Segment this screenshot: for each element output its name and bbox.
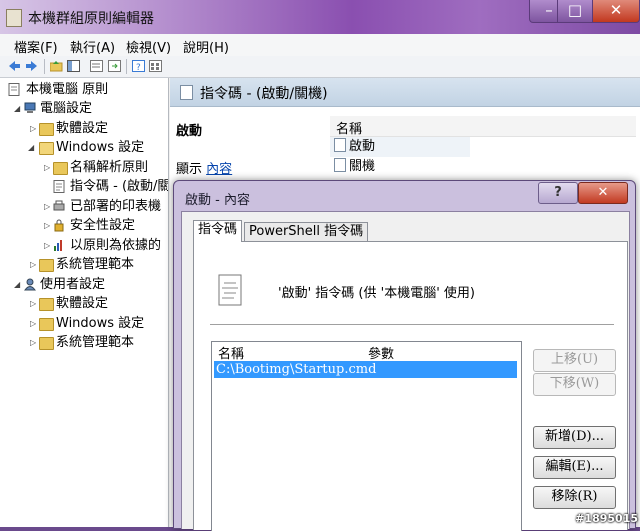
tree-item-root[interactable]: 本機電腦 原則 bbox=[0, 80, 168, 99]
script-path: C:\Bootimg\Startup.cmd bbox=[216, 362, 377, 377]
tree-item-windows-settings[interactable]: ◢ Windows 設定 bbox=[0, 138, 168, 157]
script-icon bbox=[180, 85, 193, 100]
close-button[interactable]: ✕ bbox=[592, 0, 640, 23]
list-item[interactable]: 關機 bbox=[330, 157, 470, 177]
tree-item-policy-qos[interactable]: ▷ 以原則為依據的 bbox=[0, 236, 168, 255]
menu-bar: 檔案(F) 執行(A) 檢視(V) 說明(H) bbox=[0, 34, 640, 57]
move-down-button[interactable]: 下移(W) bbox=[533, 373, 616, 396]
open-folder-icon bbox=[39, 142, 54, 155]
dialog-close-button[interactable]: ✕ bbox=[578, 182, 628, 204]
pane-header: 指令碼 - (啟動/關機) bbox=[170, 78, 640, 107]
folder-icon bbox=[39, 318, 54, 331]
folder-icon bbox=[39, 298, 54, 311]
folder-icon bbox=[39, 259, 54, 272]
app-icon bbox=[6, 9, 22, 27]
add-button[interactable]: 新增(D)... bbox=[533, 426, 616, 449]
script-list[interactable]: 名稱 參數 C:\Bootimg\Startup.cmd bbox=[211, 341, 522, 531]
divider bbox=[210, 324, 614, 325]
folder-icon bbox=[39, 337, 54, 350]
folder-icon bbox=[53, 162, 68, 175]
dialog-title: 啟動 - 內容 bbox=[185, 193, 250, 208]
script-document-icon bbox=[218, 274, 242, 306]
maximize-button[interactable]: □ bbox=[557, 0, 593, 23]
edit-button[interactable]: 編輯(E)... bbox=[533, 456, 616, 479]
bar-chart-icon bbox=[54, 240, 62, 251]
pane-header-title: 指令碼 - (啟動/關機) bbox=[200, 86, 328, 102]
watermark: #1895015 bbox=[575, 512, 638, 525]
properties-dialog: 啟動 - 內容 ? ✕ 指令碼 PowerShell 指令碼 '啟動' 指令碼 … bbox=[173, 180, 636, 531]
tree-item-user-admin[interactable]: ▷ 系統管理範本 bbox=[0, 333, 168, 352]
navigation-tree: 本機電腦 原則 ◢ 電腦設定 ▷ 軟體設定 ◢ Windows 設定 ▷ 名稱解… bbox=[0, 78, 169, 527]
menu-help[interactable]: 說明(H) bbox=[183, 37, 229, 56]
tab-scripts[interactable]: 指令碼 bbox=[193, 220, 243, 242]
back-arrow-icon[interactable] bbox=[8, 60, 21, 72]
dialog-body: 指令碼 PowerShell 指令碼 '啟動' 指令碼 (供 '本機電腦' 使用… bbox=[181, 211, 630, 531]
title-bar: 本機群組原則編輯器 – □ ✕ bbox=[0, 0, 640, 34]
menu-file[interactable]: 檔案(F) bbox=[14, 37, 58, 56]
tree-item-scripts[interactable]: 指令碼 - (啟動/關 bbox=[0, 177, 168, 196]
tree-item-admin-templates[interactable]: ▷ 系統管理範本 bbox=[0, 255, 168, 274]
folder-icon bbox=[39, 123, 54, 136]
show-hide-tree-icon[interactable] bbox=[67, 60, 80, 72]
help-icon[interactable]: ? bbox=[132, 60, 145, 72]
help-button[interactable]: ? bbox=[538, 182, 578, 204]
computer-icon bbox=[24, 102, 36, 113]
printer-icon bbox=[53, 200, 65, 211]
up-folder-icon[interactable] bbox=[50, 60, 63, 72]
list-item[interactable]: 啟動 bbox=[330, 137, 470, 157]
tree-item-user-software[interactable]: ▷ 軟體設定 bbox=[0, 294, 168, 313]
script-icon bbox=[334, 158, 346, 172]
tree-item-computer-config[interactable]: ◢ 電腦設定 bbox=[0, 99, 168, 118]
script-description: '啟動' 指令碼 (供 '本機電腦' 使用) bbox=[278, 286, 475, 301]
tree-item-name-resolution[interactable]: ▷ 名稱解析原則 bbox=[0, 158, 168, 177]
tab-panel: '啟動' 指令碼 (供 '本機電腦' 使用) 名稱 參數 C:\Bootimg\… bbox=[193, 241, 628, 531]
user-icon bbox=[24, 278, 36, 291]
column-header-params[interactable]: 參數 bbox=[368, 343, 394, 362]
column-header-name[interactable]: 名稱 bbox=[330, 116, 636, 137]
section-title: 啟動 bbox=[176, 124, 203, 139]
forward-arrow-icon[interactable] bbox=[25, 60, 38, 72]
export-list-icon[interactable] bbox=[108, 60, 121, 72]
remove-button[interactable]: 移除(R) bbox=[533, 486, 616, 509]
expanded-triangle-icon[interactable]: ◢ bbox=[14, 275, 24, 294]
script-icon bbox=[334, 138, 346, 152]
tree-item-software-settings[interactable]: ▷ 軟體設定 bbox=[0, 119, 168, 138]
window-title: 本機群組原則編輯器 bbox=[28, 11, 154, 27]
tree-item-user-windows[interactable]: ▷ Windows 設定 bbox=[0, 314, 168, 333]
expanded-triangle-icon[interactable]: ◢ bbox=[14, 99, 24, 118]
menu-view[interactable]: 檢視(V) bbox=[126, 37, 171, 56]
table-row[interactable]: C:\Bootimg\Startup.cmd bbox=[214, 361, 517, 378]
move-up-button[interactable]: 上移(U) bbox=[533, 349, 616, 372]
filter-view-icon[interactable] bbox=[149, 60, 162, 72]
policy-document-icon bbox=[8, 83, 20, 96]
show-properties: 顯示 內容 bbox=[176, 158, 232, 177]
toolbar: ? bbox=[0, 56, 640, 78]
column-header-name[interactable]: 名稱 bbox=[218, 343, 244, 362]
expanded-triangle-icon[interactable]: ◢ bbox=[28, 138, 38, 157]
tree-item-security-settings[interactable]: ▷ 安全性設定 bbox=[0, 216, 168, 235]
properties-link[interactable]: 內容 bbox=[206, 162, 232, 177]
script-icon bbox=[53, 180, 65, 193]
menu-action[interactable]: 執行(A) bbox=[70, 37, 115, 56]
show-label: 顯示 bbox=[176, 162, 203, 177]
svg-text:?: ? bbox=[136, 63, 141, 72]
list-header: 名稱 參數 bbox=[212, 342, 521, 362]
tree-item-deployed-printers[interactable]: ▷ 已部署的印表機 bbox=[0, 197, 168, 216]
properties-icon[interactable] bbox=[90, 60, 103, 72]
security-icon bbox=[54, 219, 64, 232]
tree-item-user-config[interactable]: ◢ 使用者設定 bbox=[0, 275, 168, 294]
tab-powershell-scripts[interactable]: PowerShell 指令碼 bbox=[244, 222, 369, 241]
